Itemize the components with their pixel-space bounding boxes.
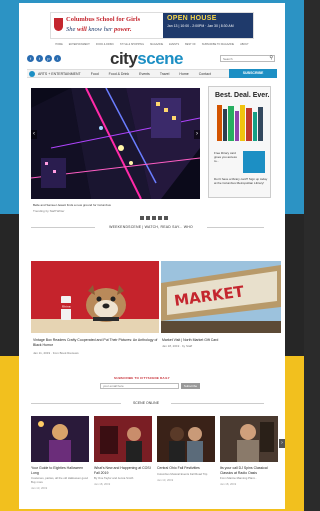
- search-input[interactable]: [223, 56, 268, 61]
- nav-item[interactable]: Travel: [160, 72, 170, 76]
- ad-open-house-title: OPEN HOUSE: [167, 15, 217, 22]
- hero-caption[interactable]: Belle and Samuel Jewett finds a new grou…: [33, 203, 203, 207]
- subscribe-nav-button[interactable]: SUBSCRIBE: [229, 69, 277, 78]
- search-icon[interactable]: ⚲: [269, 56, 273, 61]
- search-box: ⚲: [220, 55, 275, 62]
- feature-2-byline: Jan 18, 2019 · by Staff: [162, 344, 193, 348]
- feature-1-byline: Jan 11, 2019 · from Book Reviews: [33, 351, 79, 355]
- scene-card-title[interactable]: Its your call DJ Spins Classical Classic…: [220, 466, 278, 475]
- scene-card-date: Jan 18, 2019: [220, 482, 237, 486]
- scene-card-byline: Costumes, parties, all the old Halloween…: [31, 476, 88, 484]
- nav-item[interactable]: Contact: [199, 72, 211, 76]
- market-sign-illustration: MARKET: [161, 261, 281, 333]
- social-links: f t p i: [27, 55, 61, 62]
- ad-open-house-details: Jan 13 | 10:00 - 2:00PM · Jan 30 | 8:30 …: [167, 24, 234, 28]
- banner-ad[interactable]: Columbus School for Girls She will know …: [50, 12, 254, 39]
- library-card-image: [243, 151, 265, 173]
- ad-school-name: Columbus School for Girls: [66, 16, 141, 23]
- util-nav-item[interactable]: STYLE & SHOPPING: [120, 43, 144, 46]
- scene-card-image: [94, 416, 152, 462]
- hero-byline: Trending by Staff Writer: [33, 209, 65, 213]
- hero-next-arrow[interactable]: ›: [194, 130, 200, 139]
- newsletter-heading: SUBSCRIBE TO CITYSCENE DAILY: [114, 376, 170, 380]
- instagram-icon[interactable]: i: [54, 55, 61, 62]
- carousel-dot[interactable]: [152, 216, 156, 220]
- util-nav-item[interactable]: BEST OF: [185, 43, 196, 46]
- scene-card-title[interactable]: What's New and Happening at COSI Fall 20…: [94, 466, 152, 475]
- carousel-dot[interactable]: [140, 216, 144, 220]
- nav-item[interactable]: ARTS + ENTERTAINMENT: [38, 72, 81, 76]
- util-nav-item[interactable]: FOOD & DRINK: [96, 43, 114, 46]
- sidebar-promo-1: Free library card gives you access to...: [214, 151, 237, 163]
- pinterest-icon[interactable]: p: [45, 55, 52, 62]
- hero-prev-arrow[interactable]: ‹: [31, 130, 37, 139]
- scene-card-date: Jan 13, 2019: [31, 486, 48, 490]
- school-crest-icon: [54, 18, 63, 31]
- util-nav-item[interactable]: HOME: [55, 43, 63, 46]
- twitter-icon[interactable]: t: [36, 55, 43, 62]
- scene-card-date: Jan 13, 2019: [157, 477, 174, 482]
- main-nav: ARTS + ENTERTAINMENT Food Food & Drink E…: [27, 69, 277, 78]
- scene-card[interactable]: Central Ohio Fall Festivities Columbus M…: [157, 416, 215, 482]
- nav-item[interactable]: Food & Drink: [109, 72, 129, 76]
- nav-item[interactable]: Home: [179, 72, 188, 76]
- scene-card-byline: By One Taylor and Jenna Smith: [94, 476, 134, 480]
- facebook-icon[interactable]: f: [27, 55, 34, 62]
- nav-item[interactable]: Food: [91, 72, 99, 76]
- scene-card-image: [157, 416, 215, 462]
- hero-night-city-illustration: [31, 88, 200, 199]
- util-nav-item[interactable]: SUBSCRIBE TO MAGAZINE: [202, 43, 234, 46]
- feature-image-dog[interactable]: Rhine: [31, 261, 159, 333]
- feature-image-market[interactable]: MARKET: [161, 261, 281, 333]
- util-nav-item[interactable]: ENTERTAINMENT: [69, 43, 90, 46]
- bulldog-illustration: Rhine: [31, 261, 159, 333]
- util-nav-item[interactable]: EVENTS: [169, 43, 179, 46]
- carousel-dot[interactable]: [164, 216, 168, 220]
- feature-2-title[interactable]: Market Visit | North Market Gift Card: [162, 338, 280, 342]
- svg-text:Rhine: Rhine: [62, 305, 71, 309]
- hero-image[interactable]: ‹ ›: [31, 88, 200, 199]
- books-illustration: [217, 105, 263, 141]
- section-title: WEEKENDSCENE | WATCH, READ SAY... WHO: [95, 225, 207, 229]
- scene-card-title[interactable]: Your Guide to Eighties Halloween Long: [31, 466, 89, 475]
- scene-card-byline: From Marine Manning Plant...: [220, 476, 257, 480]
- nav-item[interactable]: Events: [139, 72, 150, 76]
- section-header: WEEKENDSCENE | WATCH, READ SAY... WHO: [31, 225, 264, 229]
- scene-card-title[interactable]: Central Ohio Fall Festivities: [157, 466, 215, 471]
- scene-card-image: [220, 416, 278, 462]
- carousel-dot[interactable]: [146, 216, 150, 220]
- scene-card-image: [31, 416, 89, 462]
- utility-nav: HOME ENTERTAINMENT FOOD & DRINK STYLE & …: [47, 43, 257, 46]
- scene-online-title: SCENE ONLINE: [121, 401, 171, 405]
- scene-card-byline: Columbus Musical Events Fall Road Trip: [157, 471, 208, 476]
- newsletter-subscribe-button[interactable]: Subscribe: [181, 383, 200, 389]
- scene-card[interactable]: What's New and Happening at COSI Fall 20…: [94, 416, 152, 486]
- ad-school-panel: Columbus School for Girls She will know …: [51, 13, 163, 38]
- util-nav-item[interactable]: ABOUT: [240, 43, 249, 46]
- sidebar-promo-2: Don't have a library card? Sign up today…: [214, 177, 268, 185]
- home-icon[interactable]: [29, 70, 35, 77]
- scene-card[interactable]: Its your call DJ Spins Classical Classic…: [220, 416, 278, 486]
- sidebar-ad-headline: Best. Deal. Ever.: [215, 92, 270, 99]
- scene-next-arrow[interactable]: ›: [279, 439, 285, 448]
- logo-part-city: city: [110, 49, 138, 68]
- carousel-dot[interactable]: [158, 216, 162, 220]
- site-logo[interactable]: cityscene: [110, 49, 183, 69]
- ad-open-house-panel: OPEN HOUSE Jan 13 | 10:00 - 2:00PM · Jan…: [163, 13, 253, 38]
- newsletter-email-input[interactable]: [100, 383, 179, 389]
- scene-online-header: SCENE ONLINE: [31, 401, 264, 405]
- logo-part-scene: scene: [137, 49, 183, 68]
- scene-card-date: Jan 18, 2019: [94, 482, 111, 486]
- ad-tagline: She will know her power.: [66, 26, 132, 33]
- feature-1-title[interactable]: Vintage Box Readers Crafty Cooperated an…: [33, 338, 161, 348]
- scene-card[interactable]: Your Guide to Eighties Halloween Long Co…: [31, 416, 89, 490]
- carousel-dots: [140, 216, 168, 220]
- util-nav-item[interactable]: MAGAZINE: [150, 43, 163, 46]
